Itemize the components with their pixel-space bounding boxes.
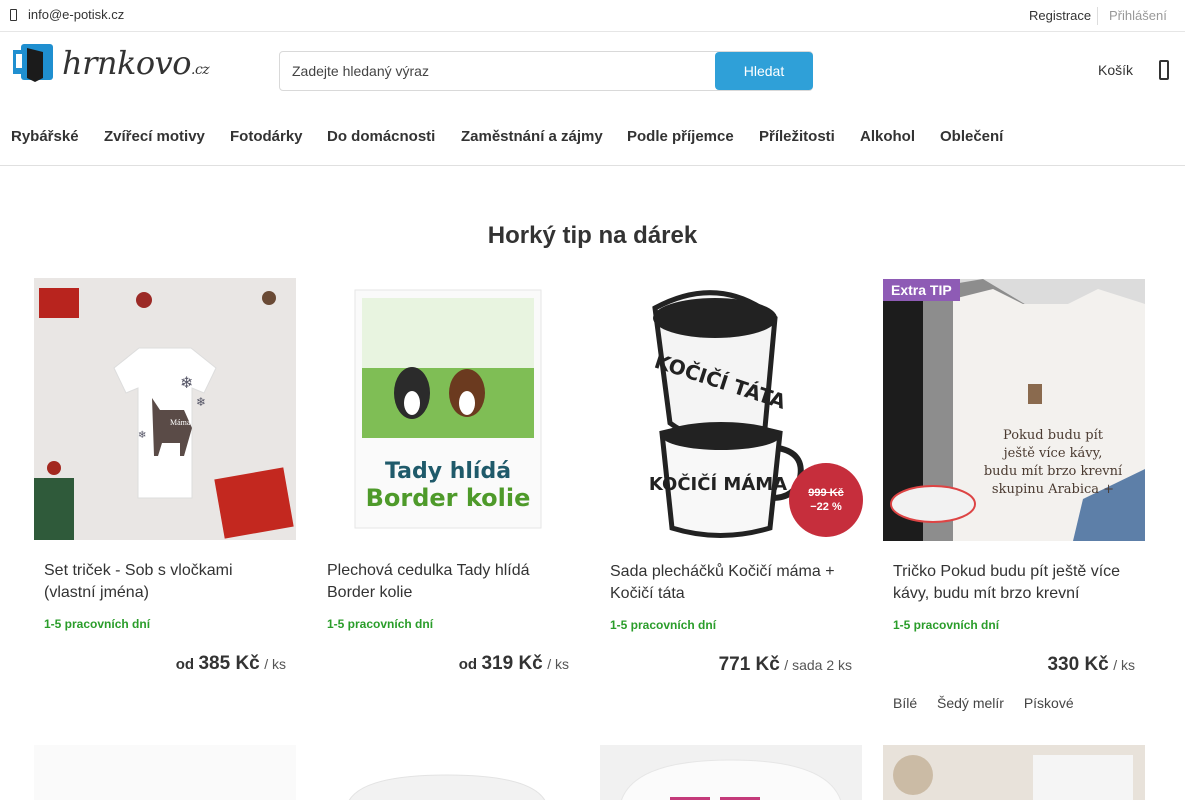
price-value: 771 Kč (718, 654, 780, 675)
price-unit: / sada 2 ks (784, 657, 852, 673)
logo-tld: .cz (191, 62, 210, 78)
product-image[interactable] (600, 745, 862, 800)
product-name[interactable]: Tričko Pokud budu pít ještě více kávy, b… (893, 561, 1133, 605)
product-name[interactable]: Plechová cedulka Tady hlídá Border kolie (327, 560, 567, 604)
product-image-text: ještě více kávy, (1002, 446, 1103, 461)
delivery-time: 1-5 pracovních dní (893, 618, 1000, 632)
product-image-text: Máma (170, 418, 191, 427)
delivery-time: 1-5 pracovních dní (327, 617, 434, 631)
product-image[interactable]: Tady hlídá Border kolie (317, 278, 579, 540)
email-text: info@e-potisk.cz (28, 7, 125, 22)
product-image[interactable] (883, 745, 1145, 800)
search-input[interactable] (280, 52, 716, 90)
product-price: od 385 Kč / ks (176, 653, 286, 675)
product-image[interactable]: Pokud budu pít ještě více kávy, budu mít… (883, 279, 1145, 541)
product-image-text: budu mít brzo krevní (984, 464, 1123, 479)
login-link[interactable]: Přihlášení (1109, 8, 1167, 23)
color-variants: Bílé Šedý melír Pískové (893, 695, 1090, 711)
product-image-text: skupinu Arabica + (992, 482, 1114, 497)
svg-text:❄: ❄ (138, 430, 146, 441)
discount-percent: −22 % (810, 501, 842, 513)
nav-item-rybarske[interactable]: Rybářské (11, 128, 79, 145)
product-image-text: KOČIČÍ MÁMA (649, 473, 787, 495)
price-unit: / ks (1113, 657, 1135, 673)
product-image[interactable] (34, 745, 296, 800)
logo-wordmark: hrnkovo (62, 44, 192, 82)
variant-option[interactable]: Bílé (893, 695, 917, 711)
nav-item-do-domacnosti[interactable]: Do domácnosti (327, 128, 435, 145)
product-image-text: Border kolie (366, 484, 531, 512)
nav-item-zamestnani[interactable]: Zaměstnání a zájmy (461, 128, 603, 145)
product-image[interactable]: Máma ❄ ❄ ❄ (34, 278, 296, 540)
cart-icon[interactable] (1159, 60, 1169, 80)
product-price: 330 Kč / ks (1047, 654, 1135, 676)
price-prefix: od (175, 656, 195, 673)
discount-badge: 999 Kč −22 % (789, 463, 863, 537)
delivery-time: 1-5 pracovních dní (44, 617, 151, 631)
price-unit: / ks (547, 656, 569, 672)
site-logo[interactable]: hrnkovo.cz (13, 44, 210, 88)
product-image-text: Pokud budu pít (1003, 428, 1104, 443)
nav-item-fotodarky[interactable]: Fotodárky (230, 128, 303, 145)
price-value: 319 Kč (481, 653, 543, 674)
product-image[interactable] (317, 745, 579, 800)
divider (1097, 7, 1098, 25)
price-unit: / ks (264, 656, 286, 672)
old-price: 999 Kč (808, 487, 844, 499)
section-title: Horký tip na dárek (487, 222, 698, 249)
product-image-text: Tady hlídá (385, 459, 511, 484)
nav-item-obleceni[interactable]: Oblečení (940, 128, 1003, 145)
product-price: od 319 Kč / ks (459, 653, 569, 675)
price-value: 330 Kč (1047, 654, 1109, 675)
variant-option[interactable]: Šedý melír (937, 695, 1004, 711)
delivery-time: 1-5 pracovních dní (610, 618, 717, 632)
product-name[interactable]: Set triček - Sob s vločkami (vlastní jmé… (44, 560, 284, 604)
nav-item-prilezitosti[interactable]: Příležitosti (759, 128, 835, 145)
cart-link[interactable]: Košík (1098, 62, 1133, 78)
mug-logo-icon (13, 44, 53, 82)
register-link[interactable]: Registrace (1029, 8, 1091, 23)
price-prefix: od (458, 656, 478, 673)
svg-text:❄: ❄ (196, 395, 206, 409)
search-bar: Hledat (279, 51, 813, 91)
nav-item-podle-prijemce[interactable]: Podle příjemce (627, 128, 734, 145)
phone-icon (10, 8, 17, 21)
nav-item-zvireci-motivy[interactable]: Zvířecí motivy (104, 128, 205, 145)
contact-email[interactable]: info@e-potisk.cz (10, 7, 124, 22)
product-name[interactable]: Sada plecháčků Kočičí máma + Kočičí táta (610, 561, 850, 605)
search-button[interactable]: Hledat (715, 52, 813, 90)
top-bar: info@e-potisk.cz Registrace Přihlášení (0, 0, 1185, 32)
svg-text:❄: ❄ (180, 373, 193, 392)
price-value: 385 Kč (198, 653, 260, 674)
variant-option[interactable]: Pískové (1024, 695, 1074, 711)
extra-tip-badge: Extra TIP (883, 279, 960, 301)
product-price: 771 Kč / sada 2 ks (719, 654, 852, 676)
main-nav: Rybářské Zvířecí motivy Fotodárky Do dom… (0, 118, 1185, 166)
nav-item-alkohol[interactable]: Alkohol (860, 128, 915, 145)
